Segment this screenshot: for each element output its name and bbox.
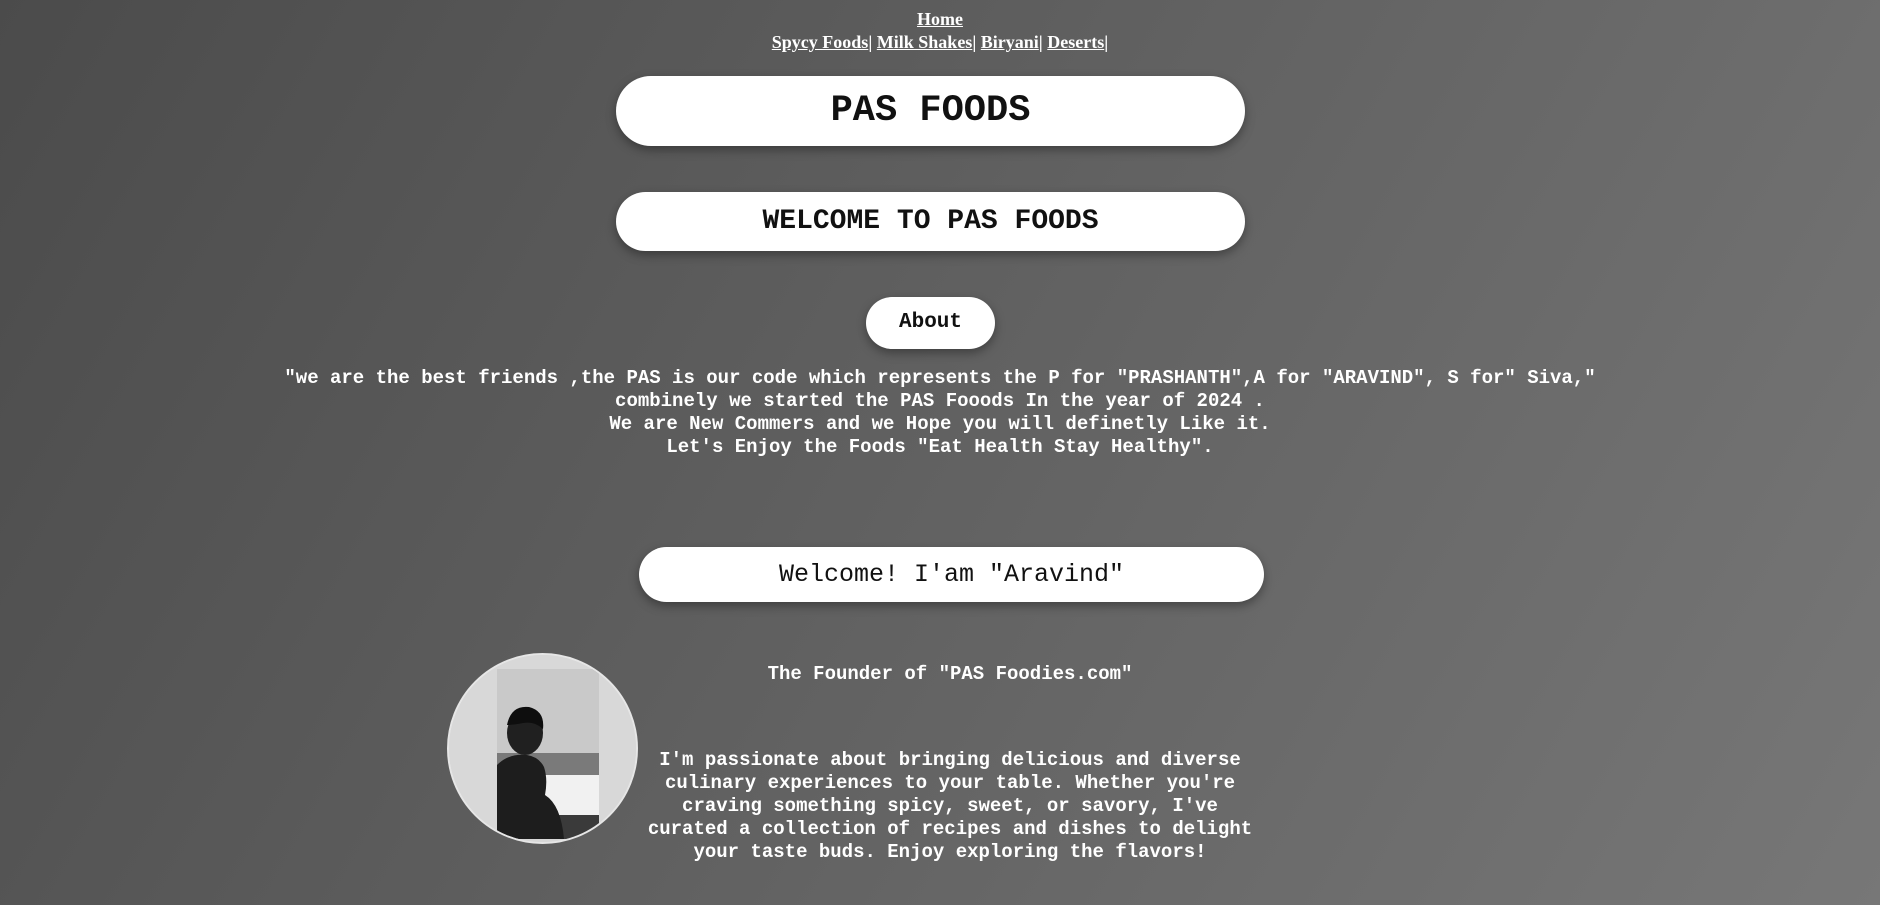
founder-bio: I'm passionate about bringing delicious … [647, 749, 1253, 863]
site-title: PAS FOODS [616, 76, 1245, 146]
about-line: We are New Commers and we Hope you will … [609, 413, 1271, 435]
founder-subtitle: The Founder of "PAS Foodies.com" [767, 663, 1133, 685]
about-button[interactable]: About [866, 297, 995, 349]
founder-photo-image [449, 655, 636, 842]
nav-link-biryani[interactable]: Biryani [981, 32, 1039, 52]
nav-separator: | [1104, 32, 1109, 52]
nav-separator: | [972, 32, 977, 52]
nav-separator: | [1038, 32, 1043, 52]
about-line: combinely we started the PAS Fooods In t… [615, 390, 1265, 412]
nav-separator: | [868, 32, 873, 52]
about-description: "we are the best friends ,the PAS is our… [0, 367, 1880, 459]
founder-avatar [447, 653, 638, 844]
nav-link-home[interactable]: Home [917, 9, 963, 29]
nav-link-deserts[interactable]: Deserts [1047, 32, 1104, 52]
founder-greeting: Welcome! I'am "Aravind" [639, 547, 1264, 602]
nav-link-milk-shakes[interactable]: Milk Shakes [877, 32, 973, 52]
top-navigation: Home Spycy Foods| Milk Shakes| Biryani| … [0, 8, 1880, 54]
about-line: Let's Enjoy the Foods "Eat Health Stay H… [666, 436, 1214, 458]
nav-row-home: Home [0, 8, 1880, 31]
nav-link-spycy-foods[interactable]: Spycy Foods [772, 32, 869, 52]
about-line: "we are the best friends ,the PAS is our… [284, 367, 1596, 389]
nav-row-categories: Spycy Foods| Milk Shakes| Biryani| Deser… [0, 31, 1880, 54]
welcome-banner: WELCOME TO PAS FOODS [616, 192, 1245, 251]
